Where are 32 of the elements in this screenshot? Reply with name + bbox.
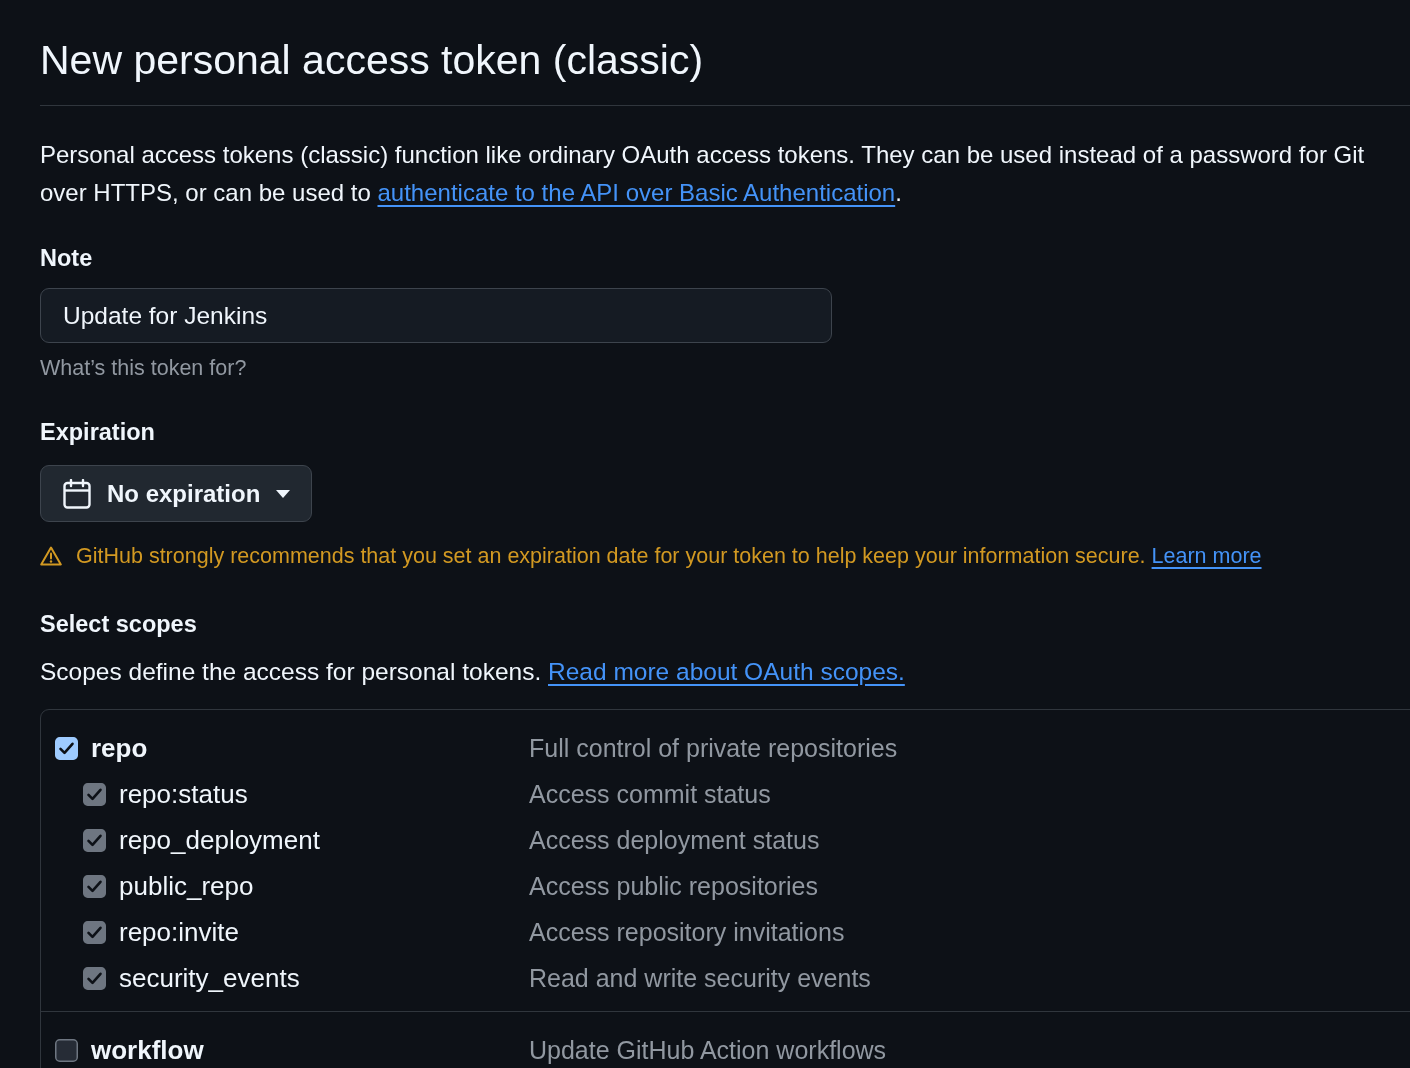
note-input[interactable]: Update for Jenkins xyxy=(40,288,832,343)
scope-name: repo:status xyxy=(119,778,248,810)
learn-more-link[interactable]: Learn more xyxy=(1151,544,1262,568)
scope-description: Access commit status xyxy=(529,779,771,809)
note-hint: What’s this token for? xyxy=(40,355,247,381)
api-auth-link[interactable]: authenticate to the API over Basic Authentication xyxy=(377,179,896,206)
scope-name: repo xyxy=(91,732,148,764)
caret-down-icon xyxy=(276,489,291,498)
warning-icon xyxy=(40,546,62,566)
scope-name: repo_deployment xyxy=(119,824,320,856)
scope-description: Access repository invitations xyxy=(529,917,845,947)
scope-description: Update GitHub Action workflows xyxy=(529,1035,887,1065)
checkbox[interactable] xyxy=(55,736,78,760)
scope-description: Read and write security events xyxy=(529,963,871,993)
scope-name: public_repo xyxy=(119,870,254,902)
calendar-icon xyxy=(63,478,91,509)
checkbox[interactable] xyxy=(55,1038,78,1062)
scopes-heading: Select scopes xyxy=(40,610,197,639)
expiration-label: Expiration xyxy=(40,418,155,447)
oauth-scopes-link[interactable]: Read more about OAuth scopes. xyxy=(548,658,905,685)
scope-name: security_events xyxy=(119,962,300,994)
scope-description: Full control of private repositories xyxy=(529,733,898,763)
intro-text: Personal access tokens (classic) function like ordinary OAuth access tokens. They can be used instead of a password for Git over HTTPS, or can be used to authenticate to the API over Basic Authentication. xyxy=(40,140,1366,208)
scope-name: repo:invite xyxy=(119,916,239,948)
note-label: Note xyxy=(40,244,93,273)
warning-text: GitHub strongly recommends that you set an expiration date for your token to help keep your information secure. Learn more xyxy=(76,543,1262,569)
scope-description: Access deployment status xyxy=(529,825,820,855)
scopes-description: Scopes define the access for personal tokens. Read more about OAuth scopes. xyxy=(40,657,905,687)
expiration-select[interactable]: No expiration xyxy=(40,465,313,522)
scope-description: Access public repositories xyxy=(529,871,818,901)
page-title: New personal access token (classic) xyxy=(40,36,704,85)
scope-name: workflow xyxy=(91,1034,204,1066)
